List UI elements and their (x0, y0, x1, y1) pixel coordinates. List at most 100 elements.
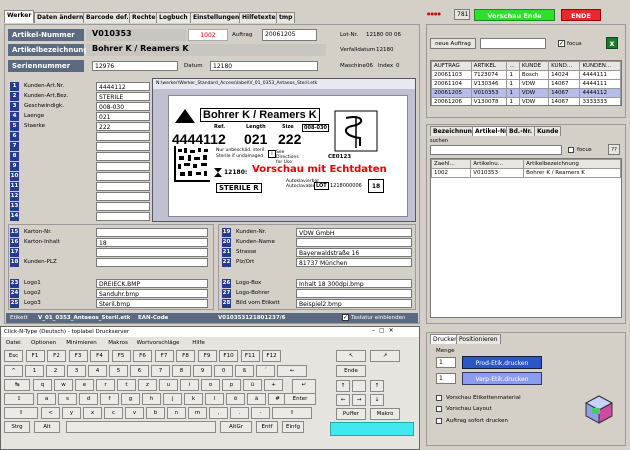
vorschau-ende-button[interactable]: Vorschau Ende (474, 9, 555, 21)
neue-auftrag-button[interactable]: neue Auftrag (430, 38, 476, 49)
key[interactable]: F6 (133, 350, 152, 362)
field-value[interactable]: 18 (96, 238, 208, 247)
window-controls[interactable]: –▢✕ (372, 327, 398, 334)
field-value[interactable]: 222 (96, 122, 150, 131)
key[interactable]: 3 (67, 365, 86, 377)
key[interactable]: Strg (4, 421, 30, 433)
table-header[interactable]: Artikelnu... (470, 159, 525, 169)
key[interactable]: ^ (4, 365, 23, 377)
key[interactable]: 7 (151, 365, 170, 377)
table-header[interactable]: Artikelbezeichnung (523, 159, 621, 169)
key[interactable]: ß (235, 365, 254, 377)
table-header[interactable]: ... (506, 61, 520, 71)
keyboard-input-box[interactable] (330, 422, 414, 436)
key[interactable]: ↹ (4, 379, 30, 391)
field-value[interactable]: 81737 München (296, 258, 412, 267)
key[interactable]: ö (226, 393, 245, 405)
key[interactable]: g (121, 393, 140, 405)
key[interactable]: v (125, 407, 144, 419)
field-value[interactable]: VDW GmbH (296, 228, 412, 237)
verp-etik-drucken-button[interactable]: Verp-Etik.drucken (462, 372, 542, 385)
key[interactable]: ↗ (370, 350, 400, 362)
keyboard-menu-item[interactable]: Minimieren (66, 340, 97, 346)
key[interactable]: c (104, 407, 123, 419)
key[interactable] (352, 380, 366, 392)
tab-positionieren[interactable]: Positionieren (456, 334, 501, 344)
key[interactable]: < (41, 407, 60, 419)
key[interactable]: F5 (111, 350, 131, 362)
key[interactable]: p (222, 379, 241, 391)
key[interactable]: - (251, 407, 270, 419)
key[interactable]: e (75, 379, 94, 391)
table-header[interactable]: AUFTRAG (431, 61, 472, 71)
key[interactable]: Esc (4, 350, 23, 362)
field-value[interactable]: Inhalt 18 300dpi.bmp (296, 279, 412, 288)
key[interactable]: ü (243, 379, 262, 391)
table-header[interactable]: KUNDEN... (579, 61, 621, 71)
key[interactable]: 2 (46, 365, 65, 377)
key[interactable]: F7 (154, 350, 174, 362)
key[interactable]: 1 (25, 365, 44, 377)
key[interactable]: s (58, 393, 77, 405)
serien-field[interactable]: 12976 (92, 61, 178, 71)
key[interactable]: Entf (256, 421, 278, 433)
key[interactable]: i (180, 379, 199, 391)
auftrag-field[interactable]: 20061205 (262, 29, 317, 41)
key[interactable]: q (33, 379, 52, 391)
key[interactable]: ← (277, 365, 307, 377)
key[interactable]: 9 (193, 365, 212, 377)
key[interactable]: Ende (336, 365, 366, 377)
key[interactable]: y (62, 407, 81, 419)
key[interactable]: ⇪ (4, 393, 34, 405)
key[interactable]: ⇧ (4, 407, 38, 419)
key[interactable]: F9 (197, 350, 217, 362)
key[interactable]: F11 (240, 350, 260, 362)
table-header[interactable]: KUNDE (518, 61, 550, 71)
key[interactable]: Alt (34, 421, 60, 433)
focus-checkbox[interactable]: ✓ (558, 40, 565, 47)
field-value[interactable]: STERILE (96, 92, 150, 101)
field-value[interactable] (96, 248, 208, 257)
field-value[interactable] (96, 192, 150, 201)
tab-werker[interactable]: Werker (4, 10, 35, 23)
key[interactable]: 4 (88, 365, 107, 377)
field-value[interactable]: Steril.bmp (96, 299, 208, 308)
key[interactable]: x (83, 407, 102, 419)
key[interactable]: d (79, 393, 98, 405)
key[interactable]: b (146, 407, 165, 419)
field-value[interactable]: Beispiel2.bmp (296, 299, 412, 308)
key[interactable]: F4 (90, 350, 109, 362)
makro-key[interactable]: Makro (370, 408, 400, 420)
opt3-checkbox[interactable] (436, 418, 442, 424)
key[interactable]: ↑ (336, 380, 350, 392)
tab-hilfetexte[interactable]: Hilfetexte (239, 12, 279, 23)
auftrag-search-input[interactable] (480, 38, 546, 49)
key[interactable]: Einfg (282, 421, 304, 433)
key[interactable]: F10 (219, 350, 238, 362)
opt2-checkbox[interactable] (436, 406, 442, 412)
field-value[interactable] (96, 162, 150, 171)
tastatur-checkbox[interactable]: ✓ (342, 314, 349, 321)
key[interactable]: → (352, 394, 366, 406)
table-row[interactable]: 20061205 V010353 1 VDW 14067 4444112 (431, 88, 621, 98)
field-value[interactable]: DREIECK.BMP (96, 279, 208, 288)
key[interactable]: ↓ (370, 394, 384, 406)
key[interactable]: ↖ (336, 350, 366, 362)
keyboard-menu-item[interactable]: Hilfe (192, 340, 205, 346)
excel-export-icon[interactable]: x (606, 37, 618, 49)
key[interactable]: F2 (47, 350, 66, 362)
keyboard-menu-item[interactable]: Makros (108, 340, 128, 346)
field-value[interactable]: 008-030 (96, 102, 150, 111)
field-value[interactable] (96, 142, 150, 151)
field-value[interactable]: Sanduhr.bmp (96, 289, 208, 298)
spacebar-key[interactable] (66, 421, 216, 433)
field-value[interactable] (96, 228, 208, 237)
key[interactable]: 8 (172, 365, 191, 377)
key[interactable]: w (54, 379, 73, 391)
datum-field[interactable]: 12180 (210, 61, 318, 71)
keyboard-menu-item[interactable]: Optionen (31, 340, 56, 346)
subtab[interactable]: Bd.-Nr. (506, 126, 536, 136)
key[interactable]: ← (336, 394, 350, 406)
field-value[interactable]: Bayerwaldstraße 16 (296, 248, 412, 257)
field-value[interactable] (96, 132, 150, 141)
